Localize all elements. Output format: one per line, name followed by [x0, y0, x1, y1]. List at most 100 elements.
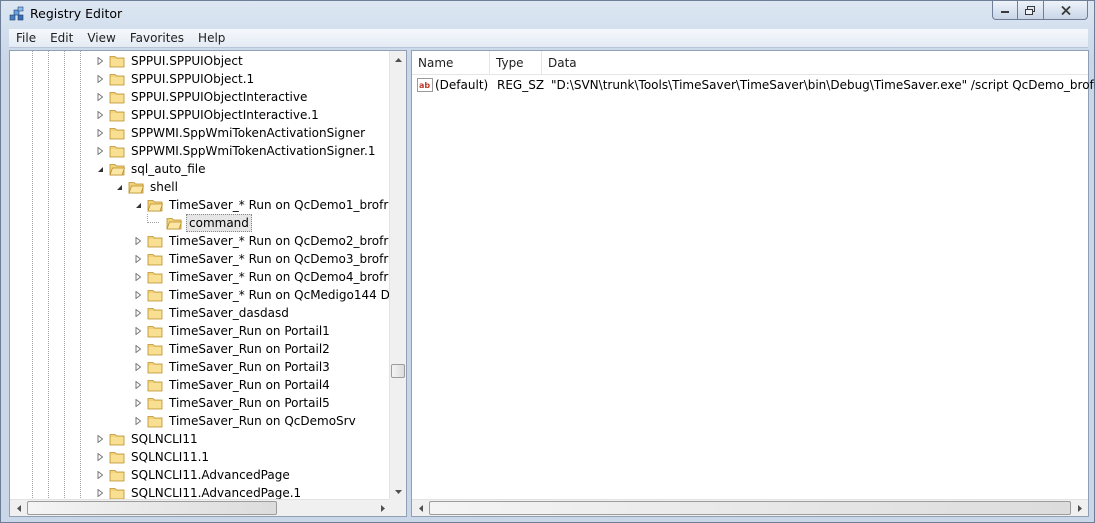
expand-arrow-icon[interactable]: [134, 327, 143, 336]
tree-item[interactable]: SPPWMI.SppWmiTokenActivationSigner: [96, 124, 367, 142]
expand-arrow-icon[interactable]: [134, 255, 143, 264]
list-horizontal-scroll-thumb[interactable]: [429, 501, 1071, 515]
list-horizontal-scrollbar[interactable]: [412, 499, 1088, 516]
tree-item[interactable]: SQLNCLI11: [96, 430, 200, 448]
tree-item[interactable]: TimeSaver_* Run on QcDemo2_brofra: [134, 232, 391, 250]
menu-edit[interactable]: Edit: [43, 29, 80, 48]
tree-item[interactable]: TimeSaver_* Run on QcDemo3_brofra: [134, 250, 391, 268]
tree-item-label: command: [186, 214, 252, 232]
expand-arrow-icon[interactable]: [96, 489, 105, 498]
column-header-data[interactable]: Data: [542, 51, 1088, 75]
expand-arrow-icon[interactable]: [134, 309, 143, 318]
folder-icon: [109, 92, 125, 104]
folder-icon: [147, 362, 163, 374]
tree-item[interactable]: TimeSaver_Run on Portail2: [134, 340, 332, 358]
tree-item[interactable]: command: [147, 214, 252, 232]
menu-view[interactable]: View: [80, 29, 122, 48]
expand-arrow-icon[interactable]: [134, 291, 143, 300]
tree-item[interactable]: SPPWMI.SppWmiTokenActivationSigner.1: [96, 142, 377, 160]
value-data: "D:\SVN\trunk\Tools\TimeSaver\TimeSaver\…: [551, 78, 1095, 92]
restore-icon: [1025, 5, 1035, 15]
tree-item-label: SQLNCLI11.1: [131, 450, 210, 464]
column-header-type[interactable]: Type: [490, 51, 542, 75]
tree-item[interactable]: shell: [115, 178, 180, 196]
expand-arrow-icon[interactable]: [134, 399, 143, 408]
expand-arrow-icon[interactable]: [96, 453, 105, 462]
tree-item-label: TimeSaver_Run on Portail4: [169, 378, 330, 392]
title-bar[interactable]: Registry Editor: [1, 1, 1094, 29]
expand-arrow-icon[interactable]: [96, 129, 105, 138]
column-header-name[interactable]: Name: [412, 51, 490, 75]
menu-help[interactable]: Help: [191, 29, 232, 48]
value-name: (Default): [435, 78, 489, 92]
folder-icon: [109, 56, 125, 68]
folder-icon: [109, 146, 125, 158]
expand-arrow-icon[interactable]: [96, 93, 105, 102]
scroll-left-button[interactable]: [10, 500, 27, 517]
tree-item[interactable]: TimeSaver_Run on Portail5: [134, 394, 332, 412]
tree-item[interactable]: TimeSaver_Run on Portail1: [134, 322, 332, 340]
tree-item[interactable]: TimeSaver_dasdasd: [134, 304, 291, 322]
tree-item[interactable]: SPPUI.SPPUIObjectInteractive: [96, 88, 309, 106]
tree-vertical-scroll-thumb[interactable]: [391, 364, 405, 378]
tree-item[interactable]: SQLNCLI11.1: [96, 448, 211, 466]
list-scroll-right-button[interactable]: [1071, 500, 1088, 517]
tree-item[interactable]: TimeSaver_* Run on QcMedigo144 DbAdr: [134, 286, 391, 304]
expand-arrow-icon[interactable]: [96, 435, 105, 444]
list-header: Name Type Data: [412, 51, 1088, 75]
expand-arrow-icon[interactable]: [134, 381, 143, 390]
tree-connector: [147, 214, 159, 223]
expand-arrow-icon[interactable]: [134, 417, 143, 426]
expand-arrow-icon[interactable]: [96, 111, 105, 120]
tree-horizontal-scroll-thumb[interactable]: [27, 501, 277, 515]
tree-item[interactable]: SQLNCLI11.AdvancedPage: [96, 466, 292, 484]
key-tree-pane[interactable]: SPPUI.SPPUIObject SPPUI.SPPUIObject.1 SPPU…: [9, 50, 407, 517]
tree-item-label: SPPUI.SPPUIObjectInteractive: [131, 90, 308, 104]
key-tree[interactable]: SPPUI.SPPUIObject SPPUI.SPPUIObject.1 SPPU…: [10, 51, 391, 500]
tree-item[interactable]: SPPUI.SPPUIObjectInteractive.1: [96, 106, 321, 124]
tree-item[interactable]: TimeSaver_* Run on QcDemo4_brofra DbA: [134, 268, 391, 286]
menu-favorites[interactable]: Favorites: [123, 29, 191, 48]
expand-arrow-icon[interactable]: [96, 57, 105, 66]
tree-item-label: SQLNCLI11: [131, 432, 198, 446]
values-list-pane[interactable]: Name Type Data ab (Default) REG_SZ "D:\S…: [411, 50, 1095, 517]
folder-icon: [128, 182, 144, 194]
collapse-arrow-icon[interactable]: [134, 201, 143, 210]
expand-arrow-icon[interactable]: [134, 345, 143, 354]
tree-item-label: TimeSaver_* Run on QcDemo2_brofra: [169, 234, 391, 248]
folder-icon: [109, 470, 125, 482]
expand-arrow-icon[interactable]: [134, 237, 143, 246]
scroll-up-button[interactable]: [390, 51, 407, 68]
value-row[interactable]: ab (Default) REG_SZ "D:\SVN\trunk\Tools\…: [412, 76, 1095, 94]
collapse-arrow-icon[interactable]: [115, 183, 124, 192]
arrow-up-icon: [395, 57, 402, 62]
arrow-right-icon: [1077, 505, 1082, 512]
close-button[interactable]: [1044, 1, 1088, 20]
collapse-arrow-icon[interactable]: [96, 165, 105, 174]
tree-item[interactable]: SPPUI.SPPUIObject: [96, 52, 245, 70]
tree-horizontal-scrollbar[interactable]: [10, 499, 391, 516]
expand-arrow-icon[interactable]: [134, 363, 143, 372]
expand-arrow-icon[interactable]: [96, 147, 105, 156]
tree-item[interactable]: TimeSaver_* Run on QcDemo1_brofra: [134, 196, 391, 214]
expand-arrow-icon[interactable]: [134, 273, 143, 282]
list-scroll-left-button[interactable]: [412, 500, 429, 517]
tree-item[interactable]: TimeSaver_Run on Portail3: [134, 358, 332, 376]
tree-item[interactable]: sql_auto_file: [96, 160, 207, 178]
svg-text:ab: ab: [419, 81, 430, 90]
expand-arrow-icon[interactable]: [96, 471, 105, 480]
tree-item[interactable]: SPPUI.SPPUIObject.1: [96, 70, 256, 88]
scroll-down-button[interactable]: [390, 483, 407, 500]
tree-item-label: SPPUI.SPPUIObject: [131, 54, 243, 68]
tree-vertical-scrollbar[interactable]: [389, 51, 406, 500]
tree-item[interactable]: TimeSaver_Run on QcDemoSrv: [134, 412, 358, 430]
menu-file[interactable]: File: [9, 29, 43, 48]
maximize-button[interactable]: [1018, 1, 1044, 20]
tree-item[interactable]: SQLNCLI11.AdvancedPage.1: [96, 484, 303, 500]
folder-icon: [109, 164, 125, 176]
tree-item[interactable]: TimeSaver_Run on Portail4: [134, 376, 332, 394]
folder-icon: [109, 128, 125, 140]
minimize-button[interactable]: [992, 1, 1018, 20]
expand-arrow-icon[interactable]: [96, 75, 105, 84]
tree-item-label: sql_auto_file: [131, 162, 206, 176]
